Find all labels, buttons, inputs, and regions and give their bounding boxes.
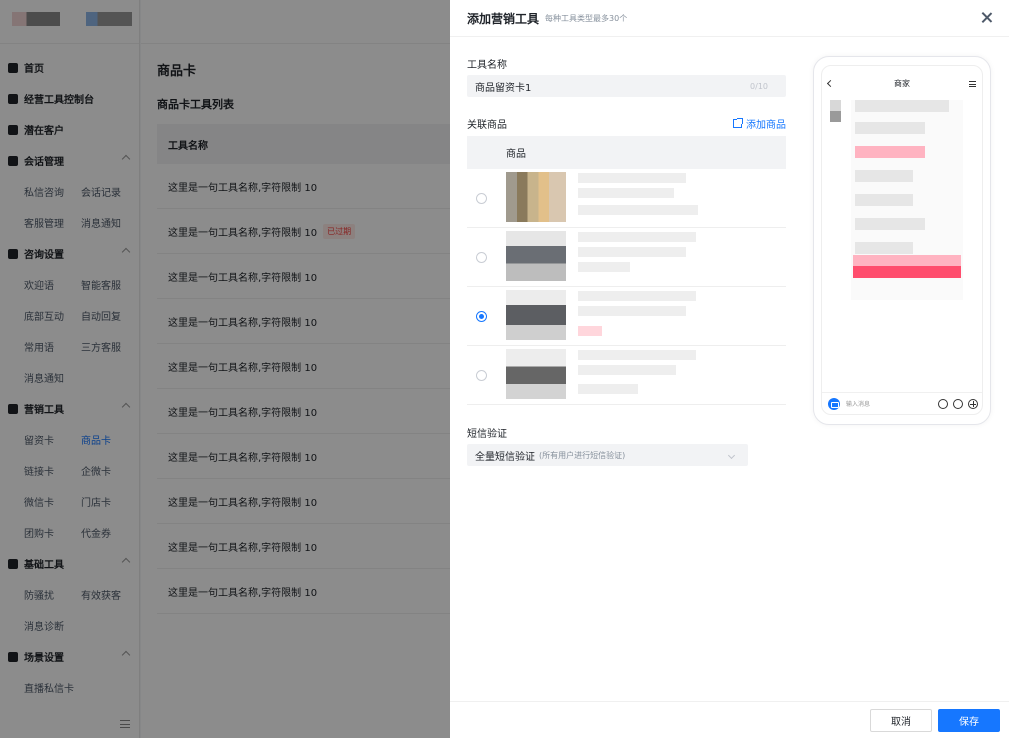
sms-label: 短信验证 <box>467 429 507 440</box>
back-icon <box>826 79 835 88</box>
goods-thumbnail <box>506 231 566 281</box>
goods-radio[interactable] <box>476 370 487 381</box>
preview-submit-button <box>853 266 961 278</box>
sms-select[interactable]: 全量短信验证 (所有用户进行短信验证) <box>467 444 748 466</box>
add-goods-label: 添加商品 <box>746 120 786 131</box>
goods-price-placeholder <box>578 384 638 394</box>
goods-radio[interactable] <box>476 193 487 204</box>
menu-icon <box>969 81 976 87</box>
goods-row[interactable] <box>467 287 786 346</box>
goods-row[interactable] <box>467 228 786 287</box>
voice-icon <box>938 398 948 409</box>
goods-title-placeholder <box>578 232 696 242</box>
save-button[interactable]: 保存 <box>938 709 1000 732</box>
goods-table-header: 商品 <box>467 136 786 169</box>
tool-name-input[interactable]: 商品留资卡1 0/10 <box>467 75 786 97</box>
goods-desc-placeholder <box>578 306 686 316</box>
goods-row[interactable] <box>467 169 786 228</box>
preview-line <box>855 100 949 112</box>
phone-preview: 商家 输入消息 <box>813 56 991 425</box>
preview-line <box>855 170 913 182</box>
preview-line <box>855 146 925 158</box>
goods-table: 商品 <box>467 136 786 405</box>
emoji-icon <box>953 398 963 409</box>
phone-title: 商家 <box>894 79 910 88</box>
phone-screen: 商家 输入消息 <box>821 65 983 415</box>
camera-icon <box>828 397 840 410</box>
phone-input-placeholder: 输入消息 <box>846 401 871 408</box>
cancel-button[interactable]: 取消 <box>870 709 932 732</box>
add-tool-drawer: 添加营销工具 每种工具类型最多30个 工具名称 商品留资卡1 0/10 关联商品… <box>450 0 1009 738</box>
sms-select-value: 全量短信验证 <box>475 451 535 463</box>
goods-thumbnail <box>506 290 566 340</box>
chevron-down-icon <box>727 451 736 459</box>
goods-price-placeholder <box>578 326 602 336</box>
goods-title-placeholder <box>578 291 696 301</box>
sms-select-hint: (所有用户进行短信验证) <box>539 450 626 460</box>
char-counter: 0/10 <box>750 81 768 91</box>
phone-status-bar <box>822 66 982 76</box>
drawer-header: 添加营销工具 每种工具类型最多30个 <box>450 0 1009 37</box>
preview-line <box>855 242 913 254</box>
phone-input-bar: 输入消息 <box>822 392 982 414</box>
phone-nav-bar: 商家 <box>822 76 982 92</box>
goods-desc-placeholder <box>578 188 674 198</box>
goods-label: 关联商品 <box>467 120 507 131</box>
goods-thumbnail <box>506 172 566 222</box>
goods-price-placeholder <box>578 205 698 215</box>
goods-desc-placeholder <box>578 365 676 375</box>
goods-thumbnail <box>506 349 566 399</box>
add-goods-link[interactable]: 添加商品 <box>733 116 786 131</box>
tool-name-value: 商品留资卡1 <box>475 82 532 94</box>
preview-line <box>855 194 913 206</box>
tool-name-label: 工具名称 <box>467 60 507 71</box>
close-icon[interactable] <box>980 11 993 24</box>
goods-desc-placeholder <box>578 247 686 257</box>
preview-card <box>851 100 963 300</box>
goods-title-placeholder <box>578 350 696 360</box>
preview-line <box>855 218 925 230</box>
external-link-icon <box>733 118 743 128</box>
goods-radio[interactable] <box>476 252 487 263</box>
drawer-footer: 取消 保存 <box>450 701 1009 738</box>
merchant-avatar <box>830 100 841 122</box>
goods-title-placeholder <box>578 173 686 183</box>
drawer-subtitle: 每种工具类型最多30个 <box>545 13 628 23</box>
plus-icon <box>968 398 978 409</box>
drawer-title: 添加营销工具 <box>467 11 540 26</box>
goods-radio-selected[interactable] <box>476 311 487 322</box>
goods-column: 商品 <box>506 149 526 160</box>
goods-price-placeholder <box>578 262 630 272</box>
preview-line <box>855 122 925 134</box>
goods-row[interactable] <box>467 346 786 405</box>
